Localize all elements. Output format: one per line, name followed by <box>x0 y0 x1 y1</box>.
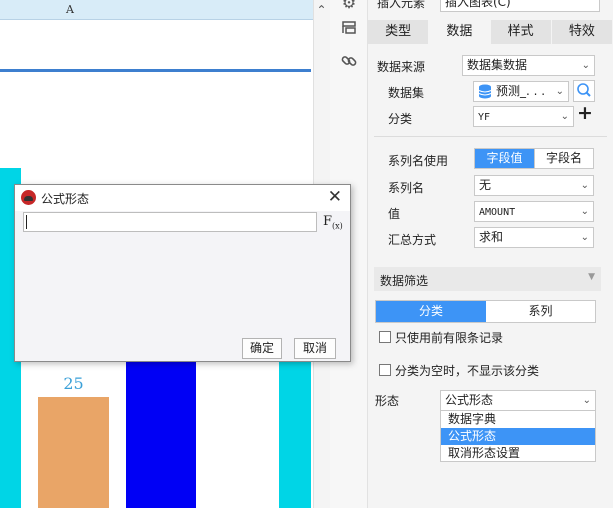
tab-type[interactable]: 类型 <box>368 20 430 44</box>
formula-editor-icon[interactable]: F(x) <box>323 212 345 232</box>
dialog-title-bar[interactable]: 公式形态 ✕ <box>15 185 350 211</box>
form-option-dictionary[interactable]: 数据字典 <box>441 411 595 428</box>
chevron-down-icon: ⌄ <box>582 395 591 406</box>
series-name-select[interactable]: 无 ⌄ <box>474 175 594 196</box>
chevron-down-icon: ⌄ <box>580 206 589 217</box>
only-first-n-checkbox[interactable] <box>379 331 391 343</box>
chevron-down-icon: ⌄ <box>580 232 589 243</box>
formula-form-dialog: 公式形态 ✕ F(x) 确定 取消 <box>14 184 351 362</box>
chart-bar <box>279 355 311 508</box>
panel-tabs: 类型 数据 样式 特效 <box>368 20 613 44</box>
chevron-down-icon: ⌄ <box>581 60 590 71</box>
dataset-label: 数据集 <box>388 86 425 100</box>
hide-empty-label: 分类为空时，不显示该分类 <box>395 364 540 378</box>
column-header-label: A <box>66 3 74 16</box>
fx-sub: (x) <box>332 221 343 231</box>
chevron-down-icon: ⌄ <box>580 180 589 191</box>
series-name-label: 系列名 <box>388 181 425 195</box>
search-icon[interactable] <box>573 80 595 102</box>
dataset-value: 预测_. . . <box>496 84 546 98</box>
cancel-button[interactable]: 取消 <box>294 338 336 359</box>
summary-select[interactable]: 求和 ⌄ <box>474 227 594 248</box>
insert-element-select[interactable]: 插入图表(C) <box>440 0 600 12</box>
tab-effects[interactable]: 特效 <box>551 20 613 44</box>
chart-settings-icon[interactable]: ⚙ <box>338 0 360 14</box>
summary-label: 汇总方式 <box>388 233 437 247</box>
data-filter-header[interactable]: 数据筛选 ▼ <box>374 267 601 291</box>
app-logo-icon <box>21 190 36 205</box>
widget-layers-icon[interactable] <box>338 20 360 42</box>
category-select[interactable]: YF ⌄ <box>473 106 574 127</box>
chart-bar <box>126 355 196 508</box>
database-icon <box>478 84 492 99</box>
ok-button[interactable]: 确定 <box>242 338 282 359</box>
caret-down-icon: ▼ <box>588 272 595 282</box>
property-panel: 插入元素 插入图表(C) 类型 数据 样式 特效 数据来源 数据集数据 ⌄ 数据… <box>368 0 613 508</box>
data-filter-title: 数据筛选 <box>380 274 429 288</box>
scroll-up-icon[interactable]: ⌃ <box>313 0 330 20</box>
series-use-field-value[interactable]: 字段值 <box>475 149 534 168</box>
insert-element-label: 插入元素 <box>377 0 426 10</box>
column-header[interactable]: A <box>0 0 313 20</box>
chevron-down-icon: ⌄ <box>555 86 564 97</box>
tab-data[interactable]: 数据 <box>429 20 491 44</box>
hyperlink-icon[interactable] <box>338 52 360 74</box>
form-option-formula[interactable]: 公式形态 <box>441 428 595 445</box>
value-field: AMOUNT <box>479 207 516 218</box>
data-source-value: 数据集数据 <box>467 58 528 72</box>
filter-tab-series[interactable]: 系列 <box>486 301 595 322</box>
category-label: 分类 <box>388 112 413 126</box>
dialog-title: 公式形态 <box>41 192 90 206</box>
series-use-label: 系列名使用 <box>388 154 449 168</box>
form-dropdown-menu: 数据字典 公式形态 取消形态设置 <box>440 410 596 462</box>
chevron-down-icon: ⌄ <box>560 111 569 122</box>
form-label: 形态 <box>375 394 400 408</box>
data-source-select[interactable]: 数据集数据 ⌄ <box>462 55 595 76</box>
form-value: 公式形态 <box>445 393 494 407</box>
formula-input[interactable] <box>23 212 317 232</box>
form-option-clear[interactable]: 取消形态设置 <box>441 445 595 462</box>
selection-rule <box>0 69 311 72</box>
filter-tab-category[interactable]: 分类 <box>376 301 486 322</box>
series-use-toggle: 字段值 字段名 <box>474 148 594 169</box>
value-label: 值 <box>388 207 401 221</box>
category-value: YF <box>478 112 491 123</box>
value-select[interactable]: AMOUNT ⌄ <box>474 201 594 222</box>
only-first-n-label: 只使用前有限条记录 <box>395 331 504 345</box>
fx-label: F <box>323 214 333 229</box>
tab-style[interactable]: 样式 <box>490 20 552 44</box>
chart-data-label: 25 <box>63 374 84 393</box>
summary-value: 求和 <box>479 230 504 244</box>
insert-element-row: 插入元素 插入图表(C) <box>368 0 613 16</box>
dataset-select[interactable]: 预测_. . . ⌄ <box>473 81 569 102</box>
filter-tabs: 分类 系列 <box>375 300 596 323</box>
chart-bar <box>38 397 109 508</box>
close-icon[interactable]: ✕ <box>328 187 342 207</box>
series-name-value: 无 <box>479 178 492 192</box>
form-select[interactable]: 公式形态 ⌄ <box>440 390 596 411</box>
hide-empty-checkbox[interactable] <box>379 364 391 376</box>
divider <box>374 136 607 137</box>
add-category-button[interactable]: + <box>577 102 593 124</box>
series-use-field-name[interactable]: 字段名 <box>534 149 593 168</box>
data-source-label: 数据来源 <box>377 60 426 74</box>
